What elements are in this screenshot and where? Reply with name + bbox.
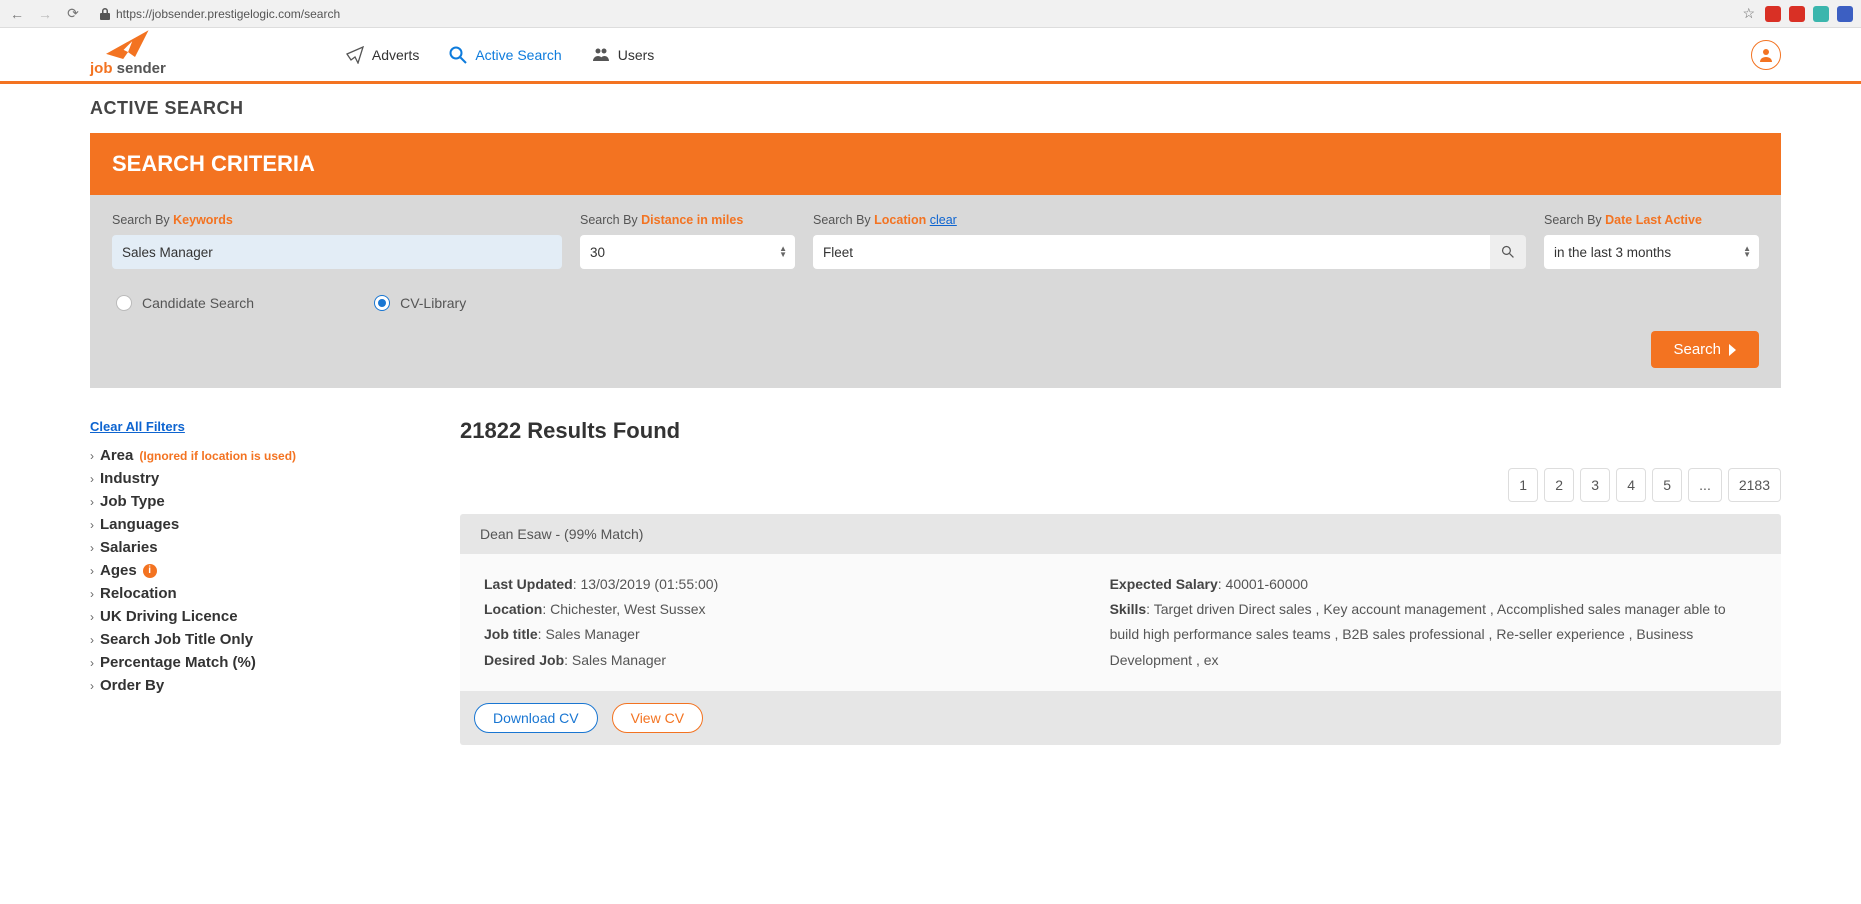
search-button[interactable]: Search: [1651, 331, 1759, 368]
extension-icon[interactable]: [1789, 6, 1805, 22]
page-button[interactable]: 1: [1508, 468, 1538, 502]
person-icon: [1759, 48, 1773, 62]
paper-plane-icon: [346, 46, 364, 64]
chevron-right-icon: ›: [90, 495, 94, 509]
page-button[interactable]: 2183: [1728, 468, 1781, 502]
download-cv-button[interactable]: Download CV: [474, 703, 598, 733]
page-button[interactable]: 4: [1616, 468, 1646, 502]
distance-select[interactable]: [580, 235, 795, 269]
top-nav: job sender Adverts Active Search Users: [0, 28, 1861, 84]
date-select[interactable]: [1544, 235, 1759, 269]
page-button[interactable]: 5: [1652, 468, 1682, 502]
radio-cv-library[interactable]: CV-Library: [374, 295, 466, 311]
chevron-right-icon: ›: [90, 472, 94, 486]
browser-toolbar: ← → ⟳ https://jobsender.prestigelogic.co…: [0, 0, 1861, 28]
keywords-input[interactable]: [112, 235, 562, 269]
location-input[interactable]: [813, 235, 1490, 269]
paper-plane-icon: [101, 28, 155, 64]
filter-percentage-match[interactable]: ›Percentage Match (%): [90, 651, 420, 674]
extension-icon[interactable]: [1765, 6, 1781, 22]
search-icon: [449, 46, 467, 64]
distance-label: Search By Distance in miles: [580, 213, 795, 227]
profile-button[interactable]: [1751, 40, 1781, 70]
clear-location-link[interactable]: clear: [930, 213, 957, 227]
filters-sidebar: Clear All Filters ›Area (Ignored if loca…: [90, 418, 420, 745]
url-text: https://jobsender.prestigelogic.com/sear…: [116, 7, 340, 21]
page-ellipsis: ...: [1688, 468, 1722, 502]
page-button[interactable]: 3: [1580, 468, 1610, 502]
chevron-right-icon: ›: [90, 564, 94, 578]
nav-active-search[interactable]: Active Search: [449, 46, 561, 64]
filter-salaries[interactable]: ›Salaries: [90, 536, 420, 559]
date-label: Search By Date Last Active: [1544, 213, 1759, 227]
info-icon: i: [143, 564, 157, 578]
chevron-right-icon: ›: [90, 587, 94, 601]
filter-job-type[interactable]: ›Job Type: [90, 490, 420, 513]
url-bar[interactable]: https://jobsender.prestigelogic.com/sear…: [92, 4, 1732, 24]
nav-users[interactable]: Users: [592, 46, 655, 64]
radio-candidate-search[interactable]: Candidate Search: [116, 295, 254, 311]
filter-area[interactable]: ›Area (Ignored if location is used): [90, 444, 420, 467]
result-card: Dean Esaw - (99% Match) Last Updated: 13…: [460, 514, 1781, 745]
chevron-right-icon: ›: [90, 633, 94, 647]
lock-icon: [100, 8, 110, 20]
clear-all-filters-link[interactable]: Clear All Filters: [90, 419, 185, 434]
chevron-right-icon: ›: [90, 610, 94, 624]
search-criteria-panel: SEARCH CRITERIA Search By Keywords Searc…: [90, 133, 1781, 388]
chevron-right-icon: ›: [90, 679, 94, 693]
pagination: 1 2 3 4 5 ... 2183: [460, 468, 1781, 502]
nav-adverts[interactable]: Adverts: [346, 46, 419, 64]
extension-icon[interactable]: [1837, 6, 1853, 22]
chevron-right-icon: ›: [90, 656, 94, 670]
logo-text: job sender: [90, 60, 166, 77]
chevron-right-icon: ›: [90, 541, 94, 555]
logo[interactable]: job sender: [90, 32, 166, 77]
bookmark-star-icon[interactable]: ☆: [1742, 5, 1755, 22]
results-heading: 21822 Results Found: [460, 418, 1781, 444]
chevron-right-icon: [1727, 344, 1737, 356]
view-cv-button[interactable]: View CV: [612, 703, 703, 733]
location-label: Search By Location clear: [813, 213, 1526, 227]
search-icon: [1501, 245, 1515, 259]
filter-relocation[interactable]: ›Relocation: [90, 582, 420, 605]
criteria-header: SEARCH CRITERIA: [90, 133, 1781, 195]
filter-order-by[interactable]: ›Order By: [90, 674, 420, 697]
keywords-label: Search By Keywords: [112, 213, 562, 227]
page-title: ACTIVE SEARCH: [90, 98, 1781, 119]
extensions-group: [1765, 6, 1853, 22]
filter-job-title-only[interactable]: ›Search Job Title Only: [90, 628, 420, 651]
card-title: Dean Esaw - (99% Match): [460, 514, 1781, 554]
reload-button[interactable]: ⟳: [64, 5, 82, 22]
extension-icon[interactable]: [1813, 6, 1829, 22]
chevron-right-icon: ›: [90, 449, 94, 463]
users-icon: [592, 46, 610, 64]
location-search-button[interactable]: [1490, 235, 1526, 269]
chevron-right-icon: ›: [90, 518, 94, 532]
filter-languages[interactable]: ›Languages: [90, 513, 420, 536]
page-button[interactable]: 2: [1544, 468, 1574, 502]
forward-button[interactable]: →: [36, 6, 54, 22]
filter-industry[interactable]: ›Industry: [90, 467, 420, 490]
filter-ages[interactable]: ›Ages i: [90, 559, 420, 582]
filter-driving-licence[interactable]: ›UK Driving Licence: [90, 605, 420, 628]
back-button[interactable]: ←: [8, 6, 26, 22]
